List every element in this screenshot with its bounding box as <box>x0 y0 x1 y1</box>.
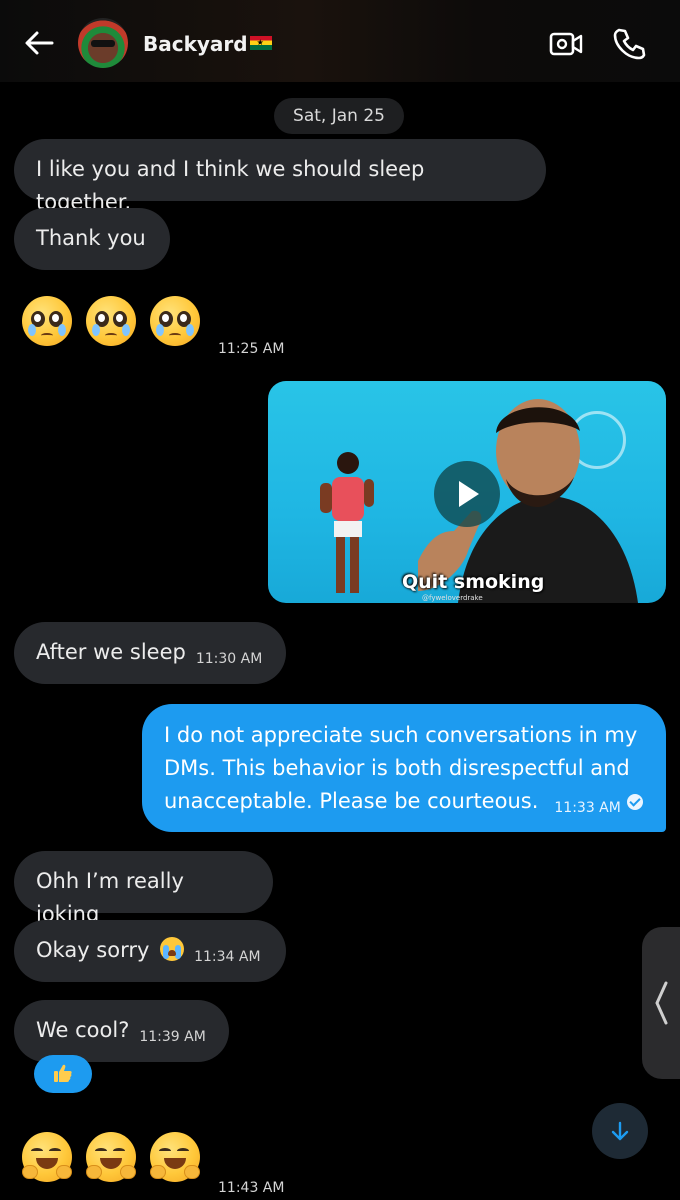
message-time: 11:25 AM <box>218 341 285 357</box>
message-bubble-incoming[interactable]: Ohh I’m really joking <box>14 851 273 926</box>
pleading-face-emoji <box>150 296 200 346</box>
hugging-face-emoji <box>86 1132 136 1182</box>
message-text: Okay sorry <box>36 938 150 962</box>
ghana-flag-icon: ★ <box>249 36 272 50</box>
crying-face-emoji <box>160 937 185 961</box>
message-line: unacceptable. Please be courteous. <box>164 789 539 813</box>
message-text: Ohh I’m really joking <box>36 869 184 926</box>
back-arrow-icon[interactable] <box>22 26 56 60</box>
avatar[interactable] <box>78 18 128 68</box>
message-bubble-outgoing[interactable]: I do not appreciate such conversations i… <box>142 704 666 832</box>
chat-header: Backyard ★ <box>0 0 680 82</box>
message-text: We cool? <box>36 1018 130 1042</box>
hugging-face-emoji <box>22 1132 72 1182</box>
message-time: 11:43 AM <box>218 1180 285 1196</box>
message-time: 11:30 AM <box>195 651 263 667</box>
hugging-face-emoji <box>150 1132 200 1182</box>
date-separator: Sat, Jan 25 <box>274 98 404 134</box>
message-bubble-incoming[interactable]: Okay sorry 11:34 AM <box>14 920 286 982</box>
message-bubble-incoming[interactable]: We cool? 11:39 AM <box>14 1000 229 1062</box>
video-call-icon[interactable] <box>549 28 583 60</box>
thumbs-up-reaction[interactable] <box>34 1055 92 1093</box>
message-bubble-incoming[interactable]: After we sleep 11:30 AM <box>14 622 286 684</box>
message-bubble-incoming[interactable]: Thank you <box>14 208 170 270</box>
message-time: 11:33 AM <box>554 800 621 816</box>
video-caption: Quit smoking <box>402 571 545 593</box>
message-line: I do not appreciate such conversations i… <box>164 723 638 747</box>
message-text: I like you and I think we should sleep t… <box>36 157 425 214</box>
message-time: 11:34 AM <box>194 949 261 965</box>
message-text: Thank you <box>36 226 146 250</box>
video-credit: @fyweloverdrake <box>422 594 483 602</box>
video-message[interactable]: Quit smoking @fyweloverdrake <box>268 381 666 603</box>
arrow-down-icon <box>611 1121 629 1141</box>
message-line: DMs. This behavior is both disrespectful… <box>164 756 630 780</box>
thumbs-up-icon <box>54 1064 72 1082</box>
play-button[interactable] <box>434 461 500 527</box>
message-time: 11:39 AM <box>139 1029 206 1045</box>
message-bubble-incoming[interactable]: I like you and I think we should sleep t… <box>14 139 546 214</box>
read-check-icon <box>626 794 643 810</box>
side-panel-handle[interactable] <box>642 927 680 1079</box>
phone-call-icon[interactable] <box>611 26 647 62</box>
pleading-face-emoji <box>86 296 136 346</box>
message-text: After we sleep <box>36 640 186 664</box>
chevron-left-icon <box>655 981 668 1025</box>
pleading-face-emoji <box>22 296 72 346</box>
scroll-to-bottom-button[interactable] <box>592 1103 648 1159</box>
dancer-figure <box>320 452 374 593</box>
contact-name[interactable]: Backyard ★ <box>143 32 272 56</box>
